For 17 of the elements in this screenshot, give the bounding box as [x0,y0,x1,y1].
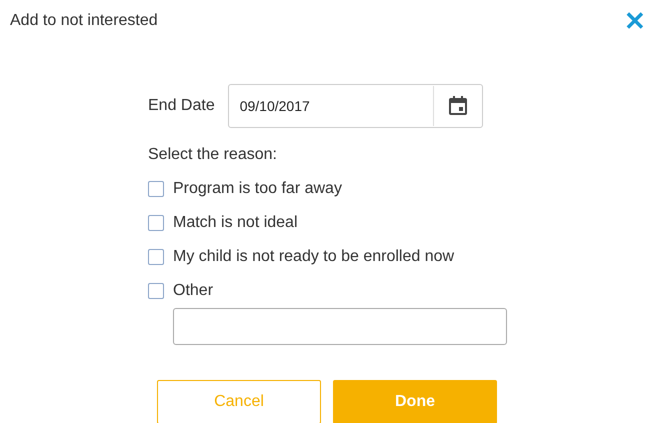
date-field[interactable]: 09/10/2017 [228,84,483,128]
checkbox-label: Match is not ideal [173,214,298,232]
checkbox[interactable] [148,283,164,299]
cancel-button[interactable]: Cancel [157,380,321,423]
checkbox-label: Other [173,282,214,300]
field-label: End Date [148,97,215,115]
checkbox[interactable] [148,249,164,265]
prompt-text: Select the reason: [148,146,278,165]
checkbox-label: My child is not ready to be enrolled now [173,248,454,266]
checkbox[interactable] [148,181,164,197]
checkbox-label: Program is too far away [173,180,342,198]
close-button[interactable]: ✕ [622,8,646,34]
done-button[interactable]: Done [333,380,497,423]
input-field[interactable] [173,308,507,345]
checkbox[interactable] [148,215,164,231]
dialog-title: Add to not interested [10,12,158,30]
calendar-icon[interactable] [448,96,468,116]
